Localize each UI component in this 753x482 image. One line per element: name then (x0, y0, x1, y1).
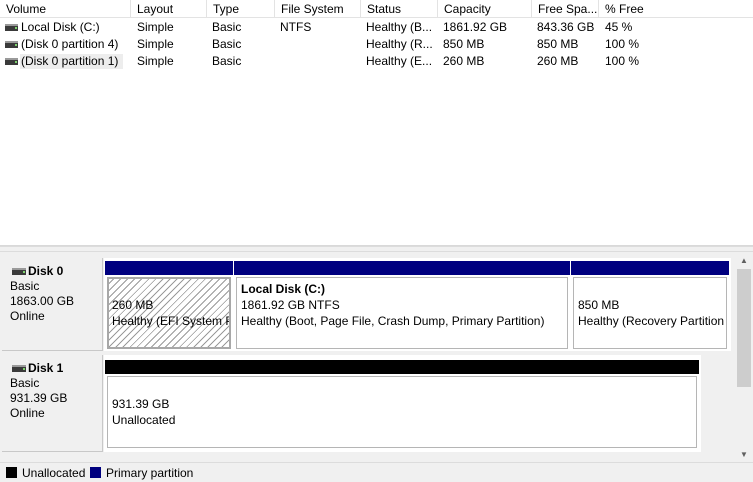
volume-capacity: 1861.92 GB (443, 20, 508, 34)
column-header-status[interactable]: Status (361, 0, 438, 18)
partition-body[interactable]: 850 MB Healthy (Recovery Partition (573, 277, 727, 349)
partition-status: Healthy (Recovery Partition (578, 314, 725, 328)
disk-1-label[interactable]: Disk 1 Basic 931.39 GB Online (2, 355, 103, 452)
volume-free-space: 850 MB (537, 37, 579, 51)
column-header-capacity[interactable]: Capacity (438, 0, 532, 18)
volume-list[interactable]: Volume Layout Type File System Status Ca… (0, 0, 753, 246)
column-header-volume[interactable]: Volume (0, 0, 131, 18)
volume-type: Basic (212, 20, 242, 34)
partition-body[interactable]: 260 MB Healthy (EFI System P (107, 277, 231, 349)
column-header-layout[interactable]: Layout (131, 0, 207, 18)
legend-unallocated: Unallocated (6, 465, 85, 481)
partition-bar-unallocated (105, 360, 699, 374)
volume-percent-free: 100 % (605, 54, 640, 68)
partition-body[interactable]: 931.39 GB Unallocated (107, 376, 697, 448)
volume-file-system (280, 36, 360, 53)
partition-status: Unallocated (112, 413, 176, 427)
graph-vertical-scrollbar[interactable]: ▲ ▼ (736, 253, 752, 462)
partition-size: 1861.92 GB NTFS (241, 298, 340, 312)
disk-size: 1863.00 GB (10, 294, 75, 308)
legend-swatch-primary (90, 467, 101, 478)
disk-state: Online (10, 309, 45, 323)
disk-type: Basic (10, 376, 40, 390)
disk-icon (12, 268, 26, 275)
partition-status: Healthy (Boot, Page File, Crash Dump, Pr… (241, 314, 545, 328)
column-header-free-space[interactable]: Free Spa... (532, 0, 599, 18)
disk-name: Disk 0 (28, 264, 64, 278)
column-header-type[interactable]: Type (207, 0, 275, 18)
column-header-file-system[interactable]: File System (275, 0, 361, 18)
volume-name: (Disk 0 partition 1) (21, 54, 119, 68)
volume-list-header: Volume Layout Type File System Status Ca… (0, 0, 753, 18)
volume-row[interactable]: Local Disk (C:) Simple Basic NTFS Health… (0, 19, 753, 36)
scroll-up-arrow-icon[interactable]: ▲ (740, 256, 748, 265)
partition-bar-primary (105, 261, 233, 275)
legend-primary-partition: Primary partition (90, 465, 193, 481)
volume-percent-free: 45 % (605, 20, 633, 34)
volume-type: Basic (212, 54, 242, 68)
volume-free-space: 260 MB (537, 54, 579, 68)
partition-body[interactable]: Local Disk (C:) 1861.92 GB NTFS Healthy … (236, 277, 568, 349)
volume-file-system: NTFS (280, 20, 312, 34)
volume-status: Healthy (R... (366, 37, 433, 51)
disk-type: Basic (10, 279, 40, 293)
volume-percent-free: 100 % (605, 37, 640, 51)
drive-icon (5, 24, 18, 31)
disk-1-partitions: 931.39 GB Unallocated (104, 355, 701, 452)
volume-name: (Disk 0 partition 4) (21, 37, 119, 51)
partition-size: 931.39 GB (112, 397, 170, 411)
disk-graphical-view: Disk 0 Basic 1863.00 GB Online 260 MB He… (0, 252, 753, 462)
volume-capacity: 260 MB (443, 54, 485, 68)
partition-bar-primary (571, 261, 729, 275)
partition-status: Healthy (EFI System P (112, 314, 230, 328)
drive-icon (5, 41, 18, 48)
disk-size: 931.39 GB (10, 391, 68, 405)
volume-layout: Simple (137, 37, 174, 51)
legend-label: Unallocated (22, 466, 86, 480)
volume-type: Basic (212, 37, 242, 51)
volume-row[interactable]: (Disk 0 partition 1) Simple Basic Health… (0, 53, 753, 70)
drive-icon (5, 58, 18, 65)
disk-icon (12, 365, 26, 372)
scrollbar-thumb[interactable] (737, 269, 751, 387)
volume-row[interactable]: (Disk 0 partition 4) Simple Basic Health… (0, 36, 753, 53)
disk-0-label[interactable]: Disk 0 Basic 1863.00 GB Online (2, 258, 103, 351)
partition-recovery[interactable]: 850 MB Healthy (Recovery Partition (571, 261, 729, 351)
partition-unallocated[interactable]: 931.39 GB Unallocated (105, 360, 699, 450)
disk-name: Disk 1 (28, 361, 64, 375)
scroll-down-arrow-icon[interactable]: ▼ (740, 450, 748, 459)
partition-size: 260 MB (112, 298, 154, 312)
disk-state: Online (10, 406, 45, 420)
partition-efi[interactable]: 260 MB Healthy (EFI System P (105, 261, 233, 351)
legend-bar: Unallocated Primary partition (0, 462, 753, 482)
volume-file-system (280, 53, 360, 70)
legend-label: Primary partition (106, 466, 194, 480)
partition-size: 850 MB (578, 298, 620, 312)
volume-free-space: 843.36 GB (537, 20, 595, 34)
volume-layout: Simple (137, 20, 174, 34)
legend-swatch-unallocated (6, 467, 17, 478)
volume-status: Healthy (B... (366, 20, 433, 34)
volume-status: Healthy (E... (366, 54, 433, 68)
disk-0-partitions: 260 MB Healthy (EFI System P Local Disk … (104, 258, 731, 351)
column-header-percent-free[interactable]: % Free (599, 0, 753, 18)
partition-local-disk-c[interactable]: Local Disk (C:) 1861.92 GB NTFS Healthy … (234, 261, 570, 351)
volume-name: Local Disk (C:) (21, 20, 100, 34)
volume-layout: Simple (137, 54, 174, 68)
partition-title: Local Disk (C:) (241, 282, 326, 296)
partition-bar-primary (234, 261, 570, 275)
volume-capacity: 850 MB (443, 37, 485, 51)
